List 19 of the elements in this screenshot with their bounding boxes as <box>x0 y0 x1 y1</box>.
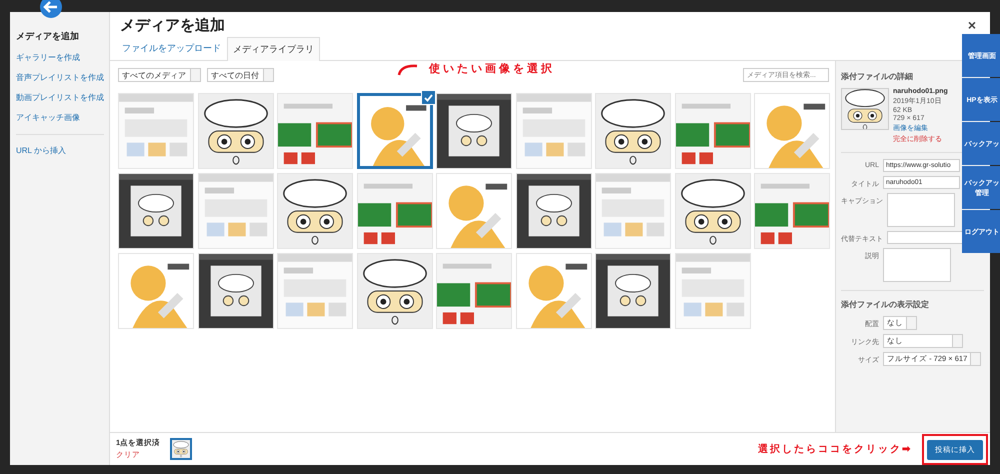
sidebar-item[interactable]: ギャラリーを作成 <box>16 52 80 63</box>
annotation-text: 使いたい画像を選択 <box>429 62 555 76</box>
filter-dropdown[interactable]: すべてのメディア <box>118 68 201 82</box>
section-title: 添付ファイルの表示設定 <box>841 299 930 310</box>
check-icon <box>420 90 436 105</box>
sidebar-item[interactable]: アイキャッチ画像 <box>16 112 80 123</box>
filter-dropdown[interactable]: すべての日付 <box>207 68 274 82</box>
section-title: 添付ファイルの詳細 <box>841 71 914 82</box>
sidebar-item[interactable]: 動画プレイリストを作成 <box>16 92 104 103</box>
tab[interactable]: メディアライブラリ <box>227 37 320 61</box>
dialog-title: メディアを追加 <box>120 16 225 34</box>
sidebar-title: メディアを追加 <box>16 30 80 43</box>
tab[interactable]: ファイルをアップロード <box>116 36 227 60</box>
back-arrow-icon[interactable] <box>40 0 62 18</box>
input-field[interactable] <box>887 231 964 244</box>
close-button[interactable]: × <box>964 17 980 33</box>
sidebar-item[interactable]: URL から挿入 <box>16 145 66 156</box>
annotation-text: 選択したらココをクリック➡ <box>758 442 912 456</box>
sidebar-item[interactable]: 音声プレイリストを作成 <box>16 72 104 83</box>
